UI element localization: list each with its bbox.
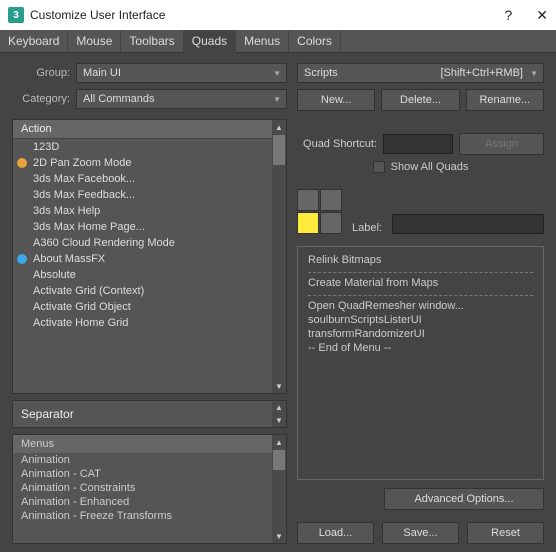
advanced-options-button[interactable]: Advanced Options... [384,488,544,510]
titlebar: 3 Customize User Interface ? ✕ [0,0,556,30]
menu-item[interactable]: Animation - Enhanced [13,495,286,509]
window-title: Customize User Interface [30,8,504,22]
action-item[interactable]: 123D [13,139,286,155]
menu-item[interactable]: Animation [13,453,286,467]
action-scrollbar[interactable]: ▲ ▼ [272,120,286,393]
category-dropdown[interactable]: All Commands [76,89,287,109]
menus-list[interactable]: Menus AnimationAnimation - CATAnimation … [12,434,287,544]
tab-menus[interactable]: Menus [236,30,289,52]
menus-header: Menus [13,435,286,453]
quad-cell-2[interactable] [297,212,319,234]
separator-label: Separator [21,407,74,421]
rename-button[interactable]: Rename... [466,89,544,111]
scroll-thumb[interactable] [273,135,285,165]
quad-menu-item[interactable]: Open QuadRemesher window... [308,299,533,313]
scroll-up-icon[interactable]: ▲ [272,435,286,449]
action-list[interactable]: Action 123D2D Pan Zoom Mode3ds Max Faceb… [12,119,287,394]
menu-item[interactable]: Animation - Constraints [13,481,286,495]
action-item[interactable]: Activate Grid (Context) [13,283,286,299]
help-button[interactable]: ? [504,7,512,24]
tab-colors[interactable]: Colors [289,30,341,52]
tab-mouse[interactable]: Mouse [68,30,121,52]
quad-menu-item[interactable]: -- End of Menu -- [308,341,533,355]
assign-button[interactable]: Assign [459,133,544,155]
scroll-down-icon[interactable]: ▼ [272,379,286,393]
action-item[interactable]: Activate Home Grid [13,315,286,331]
quad-menu-item[interactable]: transformRandomizerUI [308,327,533,341]
shortcut-input[interactable] [383,134,453,154]
scroll-thumb[interactable] [273,450,285,470]
quad-cell-3[interactable] [320,212,342,234]
menu-item[interactable]: Animation - Freeze Transforms [13,509,286,523]
checkbox-icon [373,161,385,173]
menu-item[interactable]: Animation - CAT [13,467,286,481]
tab-quads[interactable]: Quads [184,30,236,53]
reset-button[interactable]: Reset [467,522,544,544]
quad-cell-1[interactable] [320,189,342,211]
tabs: Keyboard Mouse Toolbars Quads Menus Colo… [0,30,556,53]
scroll-down-icon[interactable]: ▼ [272,414,286,427]
menu-separator [308,270,533,273]
shortcut-label: Quad Shortcut: [297,138,377,150]
scroll-up-icon[interactable]: ▲ [272,120,286,134]
scroll-down-icon[interactable]: ▼ [272,529,286,543]
quad-menu-item[interactable]: soulburnScriptsListerUI [308,313,533,327]
action-item[interactable]: 3ds Max Help [13,203,286,219]
action-item[interactable]: A360 Cloud Rendering Mode [13,235,286,251]
action-item[interactable]: Activate Grid Object [13,299,286,315]
delete-button[interactable]: Delete... [381,89,459,111]
action-item[interactable]: 3ds Max Feedback... [13,187,286,203]
action-item[interactable]: 2D Pan Zoom Mode [13,155,286,171]
quad-menu-item[interactable]: Relink Bitmaps [308,253,533,267]
label-label: Label: [352,222,382,234]
action-item[interactable]: 3ds Max Facebook... [13,171,286,187]
action-item[interactable]: About MassFX [13,251,286,267]
quad-set-dropdown[interactable]: Scripts [Shift+Ctrl+RMB] [297,63,544,83]
action-item[interactable]: 3ds Max Home Page... [13,219,286,235]
quad-menu-item[interactable]: Create Material from Maps [308,276,533,290]
new-button[interactable]: New... [297,89,375,111]
load-button[interactable]: Load... [297,522,374,544]
tab-keyboard[interactable]: Keyboard [0,30,68,52]
close-button[interactable]: ✕ [536,7,548,24]
category-label: Category: [12,93,70,105]
quad-grid [297,189,342,234]
show-all-checkbox[interactable]: Show All Quads [373,161,469,173]
group-dropdown[interactable]: Main UI [76,63,287,83]
tab-toolbars[interactable]: Toolbars [121,30,183,52]
menus-scrollbar[interactable]: ▲ ▼ [272,435,286,543]
quad-cell-0[interactable] [297,189,319,211]
label-input[interactable] [392,214,544,234]
scroll-up-icon[interactable]: ▲ [272,401,286,414]
action-item[interactable]: Absolute [13,267,286,283]
save-button[interactable]: Save... [382,522,459,544]
app-icon: 3 [8,7,24,23]
group-label: Group: [12,67,70,79]
separator-box[interactable]: Separator ▲▼ [12,400,287,428]
menu-separator [308,293,533,296]
action-header: Action [13,120,286,139]
quad-menu-list[interactable]: Relink Bitmaps Create Material from Maps O… [297,246,544,480]
